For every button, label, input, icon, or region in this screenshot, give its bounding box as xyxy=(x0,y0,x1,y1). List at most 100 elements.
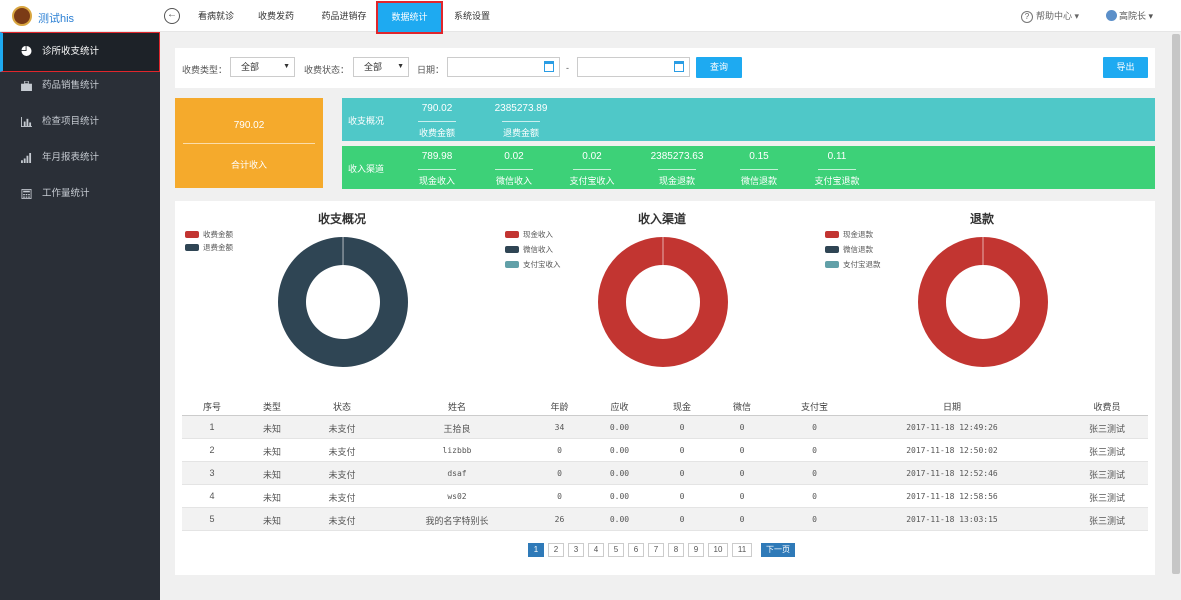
chart-legend-refunds: 现金退款 微信退款 支付宝退款 xyxy=(825,229,881,274)
table-cell: 未知 xyxy=(262,424,281,434)
table-row[interactable]: 1 未知 未支付 王拾良 34 0.00 0 0 0 2017-11-18 12:49:26 张三测… xyxy=(182,416,1148,439)
donut-chart-refunds[interactable] xyxy=(917,236,1049,368)
col-header: 微信 xyxy=(732,402,751,412)
page-7-button[interactable]: 7 xyxy=(648,543,664,557)
legend-item[interactable]: 微信退款 xyxy=(825,244,881,259)
app-title: 测试his xyxy=(38,13,75,25)
legend-label: 支付宝收入 xyxy=(523,260,561,269)
stat-cash-income: 789.98 现金收入 xyxy=(399,151,475,187)
donut-slice-1[interactable] xyxy=(918,237,1048,367)
fee-status-select[interactable]: 全部 ▼ xyxy=(353,57,409,77)
col-header: 应收 xyxy=(610,402,629,412)
table-cell: 2017-11-18 12:52:46 xyxy=(906,469,998,478)
table-cell: 0.00 xyxy=(609,469,630,478)
total-income-card: 790.02 合计收入 xyxy=(175,98,323,188)
legend-item[interactable]: 现金退款 xyxy=(825,229,881,244)
page-6-button[interactable]: 6 xyxy=(628,543,644,557)
legend-label: 退费金额 xyxy=(203,243,233,252)
table-cell: 0 xyxy=(739,469,745,478)
table-row[interactable]: 3 未知 未支付 dsaf 0 0.00 0 0 0 2017-11-18 12:52:46 张三测… xyxy=(182,462,1148,485)
page-4-button[interactable]: 4 xyxy=(588,543,604,557)
nav-statistics[interactable]: 数据统计 xyxy=(376,1,443,34)
end-date-input[interactable] xyxy=(577,57,690,77)
table-cell: 0 xyxy=(557,469,562,478)
scrollbar-thumb[interactable] xyxy=(1172,34,1180,574)
page-1-button[interactable]: 1 xyxy=(528,543,544,557)
fee-type-value: 全部 xyxy=(241,62,260,72)
page-9-button[interactable]: 9 xyxy=(688,543,704,557)
sidebar-item-label: 年月报表统计 xyxy=(42,152,100,163)
date-label: 日期： xyxy=(417,65,445,75)
table-cell: 5 xyxy=(209,514,215,524)
chart-title-overview: 收支概况 xyxy=(317,212,366,226)
stat-label: 支付宝收入 xyxy=(569,176,615,186)
sidebar-item-monthly-report[interactable]: 年月报表统计 xyxy=(0,140,160,176)
table-row[interactable]: 2 未知 未支付 lizbbb 0 0.00 0 0 0 2017-11-18 12:50:02 张… xyxy=(182,439,1148,462)
page-8-button[interactable]: 8 xyxy=(668,543,684,557)
donut-chart-overview[interactable] xyxy=(277,236,409,368)
chart-title-channels: 收入渠道 xyxy=(637,212,686,226)
legend-swatch xyxy=(185,244,199,251)
page-11-button[interactable]: 11 xyxy=(732,543,752,557)
table-row[interactable]: 5 未知 未支付 我的名字特别长 26 0.00 0 0 0 2017-11-18 13:03:1… xyxy=(182,508,1148,531)
stat-label: 现金收入 xyxy=(418,176,455,186)
signal-bars-icon xyxy=(21,153,32,163)
nav-drug-inventory[interactable]: 药品进销存 xyxy=(314,0,374,32)
table-cell: 3 xyxy=(209,468,215,478)
channels-band: 收入渠道 789.98 现金收入 0.02 微信收入 0.02 支付宝收入 23852… xyxy=(342,146,1155,189)
nav-consultation[interactable]: 看病就诊 xyxy=(190,0,242,32)
table-cell: 张三测试 xyxy=(1088,493,1125,503)
table-cell: 34 xyxy=(554,423,565,432)
page-5-button[interactable]: 5 xyxy=(608,543,624,557)
table-cell: 0 xyxy=(812,446,817,455)
top-bar: 测试his ← 看病就诊 收费发药 药品进销存 数据统计 系统设置 ? 帮助中心 … xyxy=(0,0,1181,34)
page-10-button[interactable]: 10 xyxy=(708,543,728,557)
sidebar-item-label: 诊所收支统计 xyxy=(42,46,100,57)
divider xyxy=(418,121,456,122)
legend-item[interactable]: 微信收入 xyxy=(505,244,561,259)
sidebar-item-label: 工作量统计 xyxy=(42,188,90,199)
fee-type-select[interactable]: 全部 ▼ xyxy=(230,57,295,77)
pie-chart-icon xyxy=(21,46,32,56)
help-center-link[interactable]: ? 帮助中心 ▾ xyxy=(1021,9,1079,23)
legend-item[interactable]: 支付宝收入 xyxy=(505,259,561,274)
table-cell: ws02 xyxy=(447,492,467,501)
nav-charge-dispense[interactable]: 收费发药 xyxy=(250,0,302,32)
legend-label: 支付宝退款 xyxy=(843,260,881,269)
legend-item[interactable]: 退费金额 xyxy=(185,242,233,255)
page-2-button[interactable]: 2 xyxy=(548,543,564,557)
table-cell: 未支付 xyxy=(328,516,356,526)
page-3-button[interactable]: 3 xyxy=(568,543,584,557)
sidebar-item-clinic-income[interactable]: 诊所收支统计 xyxy=(0,32,160,72)
table-cell: 0 xyxy=(812,469,817,478)
table-cell: dsaf xyxy=(447,469,467,478)
table-row[interactable]: 4 未知 未支付 ws02 0 0.00 0 0 0 2017-11-18 12:58:56 张三测… xyxy=(182,485,1148,508)
table-cell: 0.00 xyxy=(609,423,630,432)
stat-charge-amount: 790.02 收费金额 xyxy=(399,103,475,139)
nav-settings[interactable]: 系统设置 xyxy=(446,0,498,32)
donut-chart-channels[interactable] xyxy=(597,236,729,368)
legend-item[interactable]: 收费金额 xyxy=(185,229,233,242)
export-button[interactable]: 导出 xyxy=(1103,57,1148,78)
next-page-button[interactable]: 下一页 xyxy=(761,543,795,557)
legend-item[interactable]: 支付宝退款 xyxy=(825,259,881,274)
legend-item[interactable]: 现金收入 xyxy=(505,229,561,244)
sidebar-item-workload[interactable]: 工作量统计 xyxy=(0,176,160,212)
divider xyxy=(740,169,778,170)
stat-label: 收费金额 xyxy=(418,128,455,138)
sidebar-item-exam-items[interactable]: 检查项目统计 xyxy=(0,104,160,140)
back-arrow-icon[interactable]: ← xyxy=(164,8,180,24)
table-cell: 0 xyxy=(739,446,745,455)
sidebar: 诊所收支统计 药品销售统计 检查项目统计 年月报表统计 工作量统计 xyxy=(0,32,160,600)
table-body: 1 未知 未支付 王拾良 34 0.00 0 0 0 2017-11-18 12:49:26 张三测… xyxy=(182,416,1148,531)
user-menu[interactable]: 高院长 ▾ xyxy=(1106,9,1153,22)
table-cell: 王拾良 xyxy=(443,424,471,434)
query-button[interactable]: 查询 xyxy=(696,57,742,78)
table-cell: 0 xyxy=(679,469,685,478)
table-cell: 我的名字特别长 xyxy=(425,516,489,526)
start-date-input[interactable] xyxy=(447,57,560,77)
sidebar-item-drug-sales[interactable]: 药品销售统计 xyxy=(0,68,160,104)
table-cell: 未知 xyxy=(262,447,281,457)
divider xyxy=(818,169,856,170)
donut-slice-1[interactable] xyxy=(598,237,728,367)
